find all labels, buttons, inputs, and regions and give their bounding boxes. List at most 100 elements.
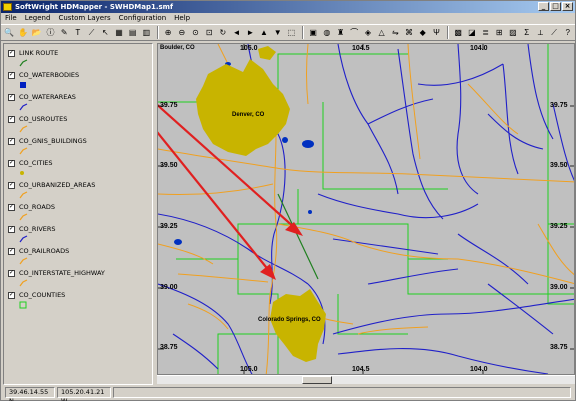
menu-custom-layers[interactable]: Custom Layers	[58, 13, 110, 24]
close-button[interactable]: ×	[562, 2, 573, 11]
antenna-icon[interactable]: Ψ	[430, 26, 443, 39]
signal-icon[interactable]: ⌘	[403, 26, 416, 39]
bottom-label-104: 104.0	[470, 366, 488, 373]
info-icon[interactable]: ⓘ	[44, 26, 57, 39]
zoom-extent-icon[interactable]: ⊙	[189, 26, 202, 39]
status-blank	[113, 387, 571, 398]
right-label-38-75: 38.75	[550, 344, 568, 351]
left-label-39-25: 39.25	[160, 223, 178, 230]
sites-icon[interactable]: ◆	[416, 26, 429, 39]
color-map-icon[interactable]: ▩	[452, 26, 465, 39]
blue-line-icon	[19, 235, 28, 243]
zoom-in-icon[interactable]: ⊕	[162, 26, 175, 39]
ruler-icon[interactable]: ⟋	[548, 26, 561, 39]
left-label-39-50: 39.50	[160, 162, 178, 169]
top-label-boulder: Boulder, CO	[160, 45, 195, 51]
city-label-denver: Denver, CO	[232, 112, 265, 118]
layer-name: CO_CITIES	[19, 159, 53, 167]
status-bar: 39.46.14.55 N 105.20.41.21 W	[1, 385, 575, 401]
measure-icon[interactable]: ⟂	[534, 26, 547, 39]
layer-name: CO_USROUTES	[19, 115, 68, 123]
layer-checkbox[interactable]: ✓	[8, 182, 15, 189]
up-icon[interactable]: ▲	[258, 26, 271, 39]
left-label-39-75: 39.75	[160, 102, 178, 109]
arrow-tool-icon[interactable]: ↖	[99, 26, 112, 39]
horizontal-scrollbar[interactable]	[157, 375, 575, 384]
bottom-label-105: 105.0	[240, 366, 258, 373]
terrain-icon[interactable]: △	[375, 26, 388, 39]
left-label-38-75: 38.75	[160, 344, 178, 351]
down-icon[interactable]: ▼	[271, 26, 284, 39]
menu-configuration[interactable]: Configuration	[119, 13, 166, 24]
layer-checkbox[interactable]: ✓	[8, 270, 15, 277]
layer-checkbox[interactable]: ✓	[8, 160, 15, 167]
map-icon[interactable]: ▣	[307, 26, 320, 39]
minimize-button[interactable]: _	[538, 2, 549, 11]
menu-legend[interactable]: Legend	[25, 13, 51, 24]
right-label-39-50: 39.50	[550, 162, 568, 169]
back-icon[interactable]: ◄	[230, 26, 243, 39]
line-tool-icon[interactable]: ⟋	[85, 26, 98, 39]
toolbar: 🔍 ✋ 📂 ⓘ ✎ T ⟋ ↖ ▦ ▤ ▥ ⊕ ⊖ ⊙ ⊡ ↻ ◄ ► ▲ ▼ …	[1, 24, 575, 41]
layer-name: CO_WATERBODIES	[19, 71, 80, 79]
blue-line-icon	[19, 103, 28, 111]
pencil-icon[interactable]: ✎	[58, 26, 71, 39]
app-window: SoftWright HDMapper - SWHDMap1.smf _ □ ×…	[0, 0, 576, 401]
coverage-icon[interactable]: ◈	[362, 26, 375, 39]
zoom-window-icon[interactable]: ⊡	[203, 26, 216, 39]
scrollbar-thumb[interactable]	[302, 376, 332, 384]
layer-checkbox[interactable]: ✓	[8, 248, 15, 255]
zoom-icon[interactable]: 🔍	[3, 26, 16, 39]
pan-hand-icon[interactable]: ✋	[17, 26, 30, 39]
layer-name: LINK ROUTE	[19, 49, 59, 57]
zoom-out-icon[interactable]: ⊖	[175, 26, 188, 39]
orange-line-icon	[19, 279, 28, 287]
layer-name: CO_INTERSTATE_HIGHWAY	[19, 269, 105, 277]
tower-icon[interactable]: ♜	[334, 26, 347, 39]
toolbar-separator	[446, 26, 449, 39]
green-line-icon	[19, 59, 28, 67]
open-icon[interactable]: 📂	[30, 26, 43, 39]
paint-icon[interactable]: ▨	[507, 26, 520, 39]
yellow-dot-icon	[20, 171, 24, 175]
top-label-104-5: 104.5	[352, 45, 370, 52]
layer-checkbox[interactable]: ✓	[8, 204, 15, 211]
maximize-button[interactable]: □	[550, 2, 561, 11]
layer-checkbox[interactable]: ✓	[8, 50, 15, 57]
sum-icon[interactable]: Σ	[520, 26, 533, 39]
refresh-icon[interactable]: ↻	[217, 26, 230, 39]
stack-icon[interactable]: ≣	[479, 26, 492, 39]
layer-checkbox[interactable]: ✓	[8, 72, 15, 79]
text-tool-icon[interactable]: T	[72, 26, 85, 39]
layer-checkbox[interactable]: ✓	[8, 292, 15, 299]
right-label-39-25: 39.25	[550, 223, 568, 230]
select-icon[interactable]: ⬚	[285, 26, 298, 39]
orange-line-icon	[19, 147, 28, 155]
menu-help[interactable]: Help	[174, 13, 190, 24]
menu-file[interactable]: File	[5, 13, 17, 24]
status-longitude: 105.20.41.21 W	[57, 387, 111, 401]
layer-checkbox[interactable]: ✓	[8, 226, 15, 233]
window-title: SoftWright HDMapper - SWHDMap1.smf	[15, 3, 173, 11]
toolbar-separator	[156, 26, 159, 39]
top-label-105: 105.0	[240, 45, 258, 52]
profile-icon[interactable]: ⌒	[348, 26, 361, 39]
link-icon[interactable]: ⇋	[389, 26, 402, 39]
globe-icon[interactable]: ◍	[320, 26, 333, 39]
help-icon[interactable]: ?	[561, 26, 574, 39]
app-icon	[3, 3, 12, 11]
grid-icon[interactable]: ▤	[126, 26, 139, 39]
layer-checkbox[interactable]: ✓	[8, 138, 15, 145]
map-canvas[interactable]: Boulder, CO 105.0 104.5 104.0 105.0 104.…	[157, 43, 575, 375]
layer-name: CO_ROADS	[19, 203, 56, 211]
boulder-urban-area	[258, 46, 276, 60]
region-icon[interactable]: ◪	[466, 26, 479, 39]
table-icon[interactable]: ▥	[140, 26, 153, 39]
layer-checkbox[interactable]: ✓	[8, 94, 15, 101]
left-label-39-00: 39.00	[160, 284, 178, 291]
forward-icon[interactable]: ►	[244, 26, 257, 39]
right-label-39-75: 39.75	[550, 102, 568, 109]
layers-icon[interactable]: ▦	[113, 26, 126, 39]
layer-checkbox[interactable]: ✓	[8, 116, 15, 123]
calc-icon[interactable]: ⊞	[493, 26, 506, 39]
